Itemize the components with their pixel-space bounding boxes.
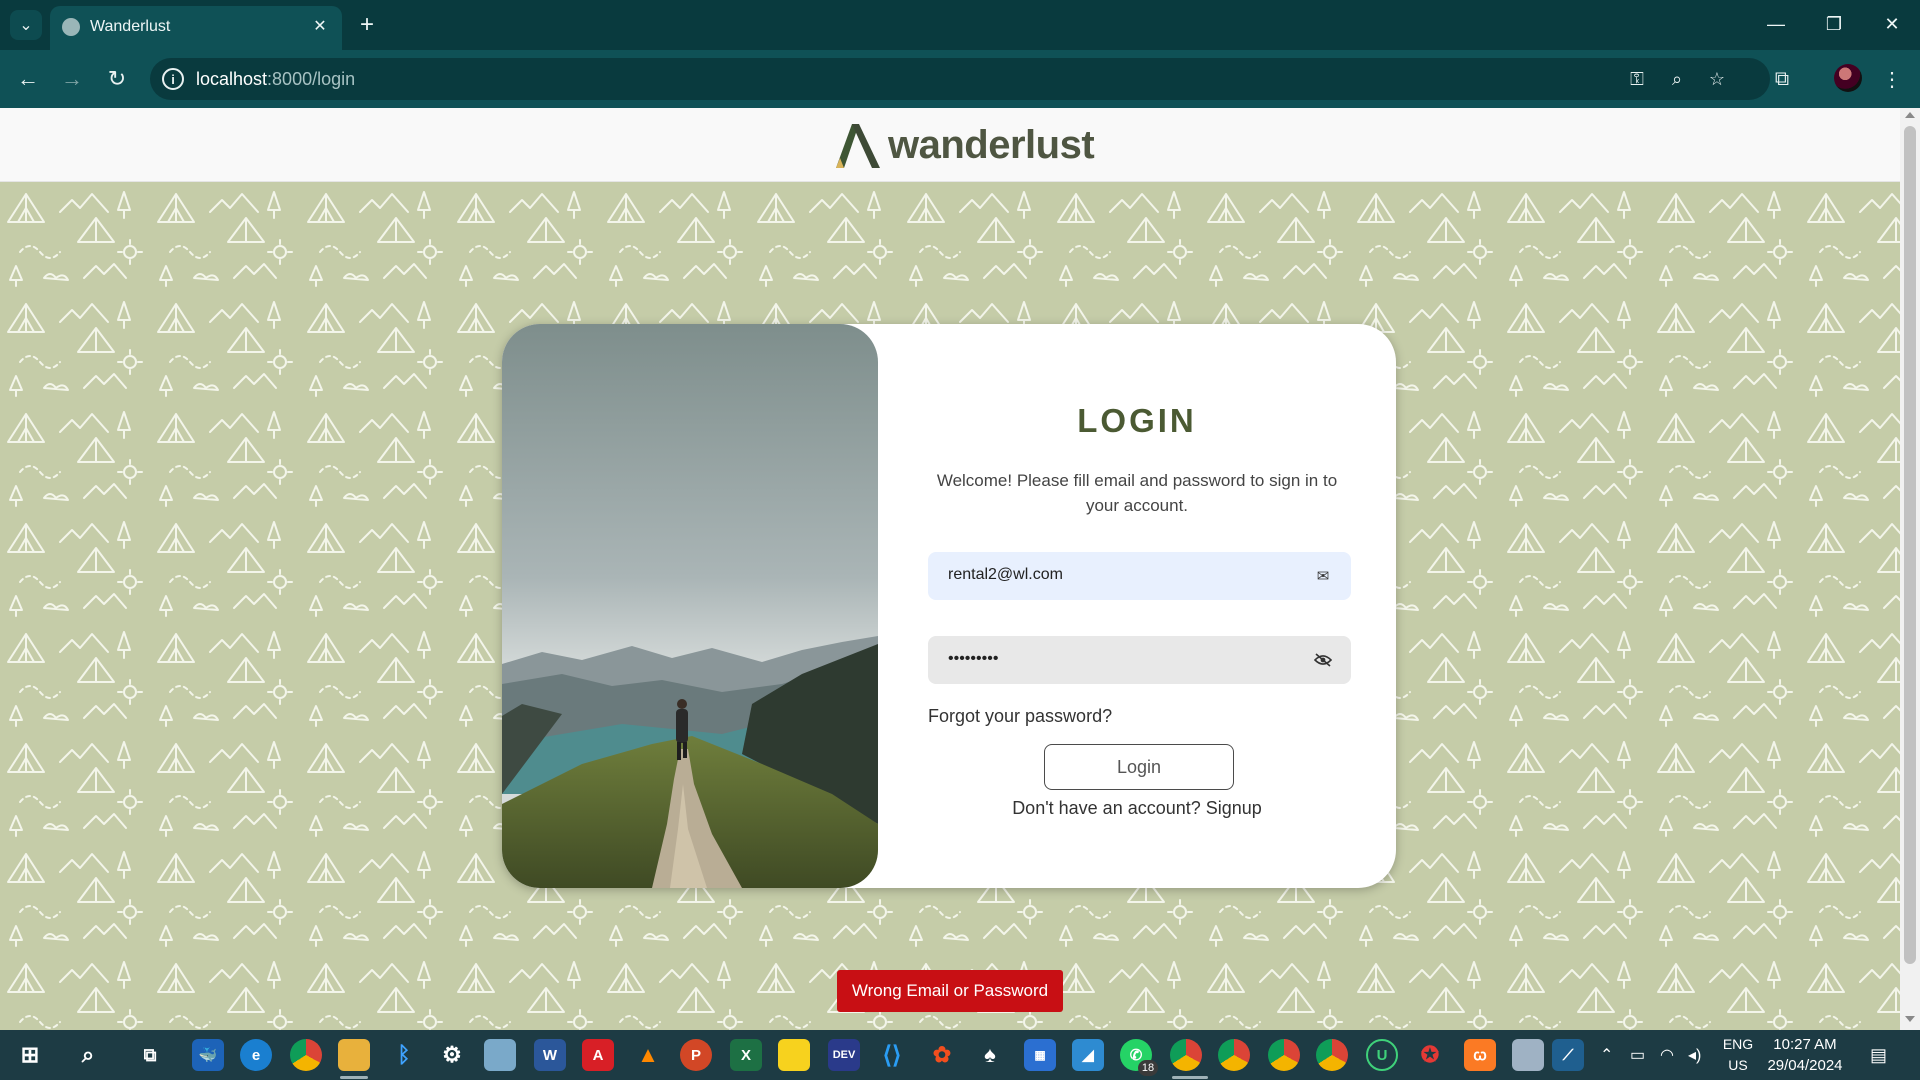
remote-desktop-icon[interactable]: ⟋	[1552, 1039, 1584, 1071]
active-indicator	[1172, 1076, 1208, 1079]
excel-icon[interactable]: X	[730, 1039, 762, 1071]
zoom-icon[interactable]: ⌕	[1664, 66, 1690, 92]
browser-toolbar: ← → ↻ i localhost:8000/login ⚿ ⌕ ☆ ⧉ ⋮	[0, 50, 1920, 108]
xampp-icon[interactable]: ꞷ	[1464, 1039, 1496, 1071]
minimize-button[interactable]: —	[1756, 8, 1796, 40]
settings-gear-icon[interactable]: ⚙	[436, 1039, 468, 1071]
password-field[interactable]: •••••••••	[928, 636, 1351, 684]
globe-favicon-icon	[62, 18, 80, 36]
scroll-thumb[interactable]	[1904, 126, 1916, 964]
system-clock[interactable]: 10:27 AM 29/04/2024	[1760, 1034, 1850, 1076]
upwork-icon[interactable]: U	[1366, 1039, 1398, 1071]
photos-icon[interactable]: ◢	[1072, 1039, 1104, 1071]
chrome-profile-icon[interactable]	[1218, 1039, 1250, 1071]
wifi-icon[interactable]: ◠	[1660, 1045, 1674, 1065]
chrome-profile-icon[interactable]	[1170, 1039, 1202, 1071]
new-tab-button[interactable]: +	[352, 10, 382, 40]
envelope-icon: ✉	[1316, 568, 1330, 585]
login-card: LOGIN Welcome! Please fill email and pas…	[502, 324, 1396, 888]
email-field[interactable]: rental2@wl.com ✉	[928, 552, 1351, 600]
eye-slash-glyph	[1314, 653, 1332, 667]
eye-slash-icon[interactable]	[1313, 650, 1333, 670]
login-form: LOGIN Welcome! Please fill email and pas…	[878, 324, 1396, 888]
site-header: wanderlust	[0, 108, 1900, 182]
signup-link[interactable]: Don't have an account? Signup	[878, 798, 1396, 819]
password-key-icon[interactable]: ⚿	[1624, 66, 1650, 92]
page-scrollbar[interactable]	[1900, 108, 1920, 1030]
tab-title: Wanderlust	[90, 18, 171, 35]
calendar-icon[interactable]: ▦	[1024, 1039, 1056, 1071]
tab-search-dropdown-button[interactable]: ⌄	[10, 10, 42, 40]
notification-center-icon[interactable]: ▤	[1870, 1045, 1887, 1066]
bookmark-star-icon[interactable]: ☆	[1704, 66, 1730, 92]
forward-arrow-icon[interactable]: →	[56, 63, 88, 95]
solitaire-icon[interactable]: ♠	[974, 1039, 1006, 1071]
site-info-icon[interactable]: i	[162, 68, 184, 90]
brand-name: wanderlust	[888, 123, 1095, 167]
tray-overflow-chevron-icon[interactable]: ⌃	[1600, 1045, 1613, 1065]
vscode-icon[interactable]: ⟨⟩	[876, 1039, 908, 1071]
file-explorer-icon[interactable]	[338, 1039, 370, 1071]
chrome-icon[interactable]	[290, 1039, 322, 1071]
login-button[interactable]: Login	[1044, 744, 1234, 790]
word-icon[interactable]: W	[534, 1039, 566, 1071]
restore-button[interactable]: ❐	[1814, 8, 1854, 40]
clock-date: 29/04/2024	[1767, 1057, 1843, 1074]
browser-tab-bar: ⌄ Wanderlust ✕ + — ❐ ✕	[0, 0, 1920, 50]
back-arrow-icon[interactable]: ←	[12, 63, 44, 95]
search-icon[interactable]: ⌕	[72, 1039, 104, 1071]
forgot-password-link[interactable]: Forgot your password?	[928, 706, 1112, 727]
security-app-icon[interactable]: ✪	[1414, 1039, 1446, 1071]
extensions-puzzle-icon[interactable]: ⧉	[1766, 63, 1798, 95]
hiker-mountain-photo	[502, 324, 878, 888]
battery-icon[interactable]: ▭	[1630, 1045, 1645, 1065]
windows-taskbar: ⊞ ⌕ ⧉ 🐳 e ᛒ ⚙ W A ▲ P X DEV ⟨⟩ ✿ ♠ ▦ ◢ ✆…	[0, 1030, 1920, 1080]
running-indicator	[340, 1076, 368, 1079]
language-region: US	[1728, 1057, 1748, 1073]
url-path: :8000/login	[267, 69, 356, 89]
clock-time: 10:27 AM	[1773, 1036, 1837, 1053]
task-view-icon[interactable]: ⧉	[134, 1039, 166, 1071]
scroll-up-arrow-icon[interactable]	[1905, 112, 1915, 118]
scroll-down-arrow-icon[interactable]	[1905, 1016, 1915, 1022]
url-text[interactable]: localhost:8000/login	[196, 69, 355, 90]
address-bar[interactable]: i localhost:8000/login ⚿ ⌕ ☆	[150, 58, 1770, 100]
acrobat-icon[interactable]: A	[582, 1039, 614, 1071]
error-alert: Wrong Email or Password	[837, 970, 1063, 1012]
bluetooth-icon[interactable]: ᛒ	[388, 1039, 420, 1071]
dev-c-icon[interactable]: DEV	[828, 1039, 860, 1071]
windows-start-icon[interactable]: ⊞	[14, 1039, 46, 1071]
close-tab-button[interactable]: ✕	[308, 14, 332, 38]
menu-kebab-icon[interactable]: ⋮	[1876, 63, 1908, 95]
email-value[interactable]: rental2@wl.com	[948, 566, 1063, 584]
browser-tab[interactable]: Wanderlust ✕	[50, 6, 342, 50]
notepad-icon[interactable]	[484, 1039, 516, 1071]
chrome-profile-icon[interactable]	[1268, 1039, 1300, 1071]
close-window-button[interactable]: ✕	[1872, 8, 1912, 40]
language-indicator[interactable]: ENG US	[1716, 1034, 1760, 1076]
reload-icon[interactable]: ↻	[101, 63, 133, 95]
profile-avatar[interactable]	[1834, 64, 1862, 92]
vlc-icon[interactable]: ▲	[632, 1039, 664, 1071]
volume-icon[interactable]: ◂)	[1688, 1045, 1701, 1065]
whatsapp-badge: 18	[1138, 1060, 1158, 1076]
edge-icon[interactable]: e	[240, 1039, 272, 1071]
login-heading: LOGIN	[1077, 402, 1197, 439]
page-viewport: wanderlust LOGIN Welcome! Please fill em…	[0, 108, 1900, 1030]
virtual-machine-icon[interactable]	[1512, 1039, 1544, 1071]
language-code: ENG	[1722, 1036, 1754, 1052]
powerpoint-icon[interactable]: P	[680, 1039, 712, 1071]
wanderlust-logo-mark-icon	[836, 124, 880, 168]
url-host: localhost	[196, 69, 268, 89]
password-value[interactable]: •••••••••	[948, 650, 998, 668]
hiker-illustration	[502, 324, 878, 888]
chrome-profile-icon[interactable]	[1316, 1039, 1348, 1071]
sticky-notes-icon[interactable]	[778, 1039, 810, 1071]
welcome-text: Welcome! Please fill email and password …	[936, 471, 1338, 515]
docker-icon[interactable]: 🐳	[192, 1039, 224, 1071]
figma-icon[interactable]: ✿	[926, 1039, 958, 1071]
